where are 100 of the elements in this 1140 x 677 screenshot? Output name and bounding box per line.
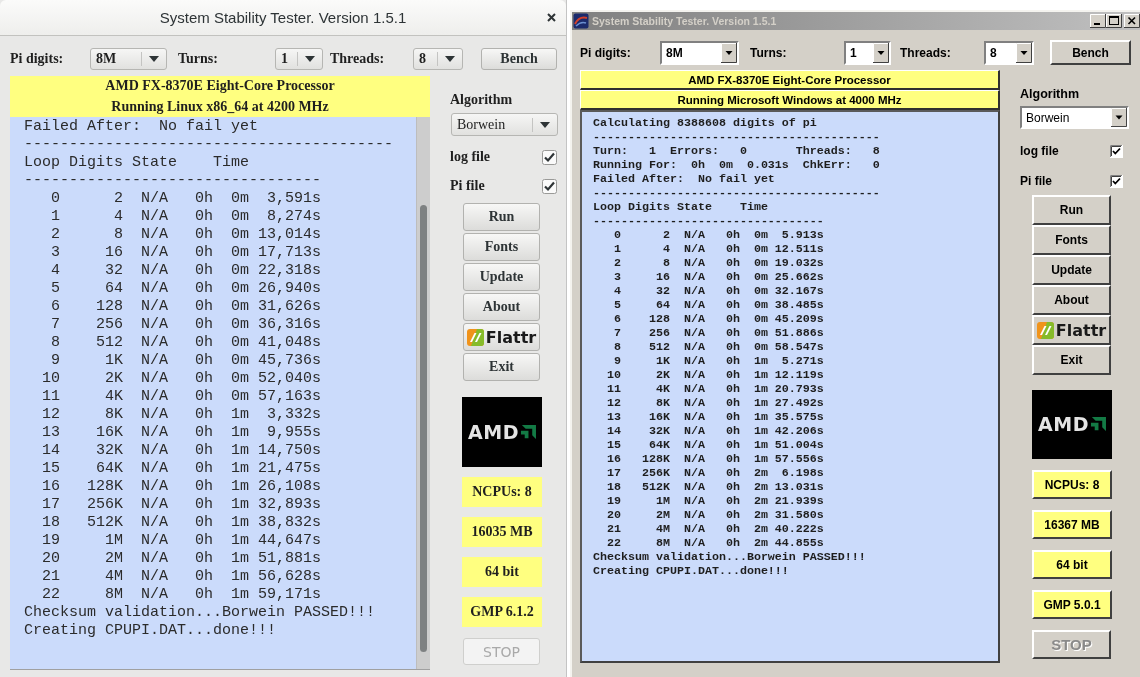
action-button[interactable]: Fonts (1032, 225, 1111, 255)
banner-text: AMD FX-8370E Eight-Core Processor (580, 70, 1000, 90)
action-button[interactable]: Run (1032, 195, 1111, 225)
log-line: 2 8 N/A 0h 0m 19.032s (613, 256, 825, 270)
checkbox[interactable] (1110, 144, 1123, 158)
close-icon[interactable] (547, 13, 556, 22)
log-line: 20 2M N/A 0h 2m 31.580s (606, 508, 825, 522)
caret-icon (540, 121, 550, 128)
dropdown[interactable]: 1 (275, 48, 323, 70)
field-label: Turns: (178, 51, 219, 67)
caret-icon (1016, 42, 1032, 63)
log-line: 11 4K N/A 0h 1m 20.793s (606, 382, 825, 396)
log-line: 4 32 N/A 0h 0m 32.167s (613, 284, 825, 298)
log-line: 22 8M N/A 0h 1m 59,171s (41, 586, 323, 604)
log-line: 9 1K N/A 0h 1m 5.271s (613, 354, 825, 368)
info-label: NCPUs: 8 (1032, 470, 1112, 499)
log-line: 16 128K N/A 0h 1m 57.556s (606, 452, 825, 466)
checkbox-label: Pi file (450, 178, 485, 194)
bench-button[interactable]: Bench (481, 48, 557, 70)
dropdown[interactable]: Borwein (1020, 106, 1129, 129)
checkbox-label: log file (450, 149, 491, 165)
log-line: 10 2K N/A 0h 1m 12.119s (606, 368, 825, 382)
log-line: --------------------------------- (24, 172, 323, 190)
log-line: ----------------------------------------- (593, 186, 881, 200)
field-label: Algorithm (450, 92, 514, 108)
log-line: 3 16 N/A 0h 0m 17,713s (50, 244, 323, 262)
checkbox-label: log file (1020, 144, 1059, 158)
minimize-icon[interactable] (1090, 14, 1106, 28)
checkbox[interactable] (542, 149, 557, 165)
caret-icon (305, 56, 315, 62)
dropdown[interactable]: 8M (90, 48, 167, 70)
logo-button[interactable]: Flattr (1032, 315, 1111, 345)
close-icon[interactable] (1124, 14, 1140, 28)
log-line: 8 512 N/A 0h 0m 41,048s (50, 334, 323, 352)
log-line: 5 64 N/A 0h 0m 26,940s (50, 280, 323, 298)
caret-icon (149, 56, 159, 62)
log-line: 0 2 N/A 0h 0m 5.913s (613, 228, 825, 242)
log-line: 10 2K N/A 0h 0m 52,040s (41, 370, 323, 388)
dropdown[interactable]: 8 (984, 40, 1034, 65)
log-line: ----------------------------------------- (24, 136, 395, 154)
log-line: 12 8K N/A 0h 1m 27.492s (606, 396, 825, 410)
log-line: 8 512 N/A 0h 0m 58.547s (613, 340, 825, 354)
logo-button[interactable]: Flattr (463, 323, 540, 351)
dropdown[interactable]: 8 (413, 48, 463, 70)
window-title: System Stability Tester. Version 1.5.1 (159, 9, 407, 26)
log-line: 6 128 N/A 0h 0m 31,626s (50, 298, 323, 316)
log-line: 12 8K N/A 0h 1m 3,332s (41, 406, 323, 424)
action-button[interactable]: Run (463, 203, 540, 231)
field-label: Pi digits: (580, 45, 632, 60)
log-line: 1 4 N/A 0h 0m 8,274s (50, 208, 323, 226)
log-line: Loop Digits State Time (593, 200, 769, 214)
log-line: Failed After: No fail yet (24, 118, 260, 136)
action-button[interactable]: Update (1032, 255, 1111, 285)
action-button[interactable]: About (1032, 285, 1111, 315)
log-line: Checksum validation...Borwein PASSED!!! (24, 604, 377, 622)
log-line: --------------------------------- (593, 214, 825, 228)
banner-text: AMD FX-8370E Eight-Core Processor (10, 76, 430, 96)
log-line: 19 1M N/A 0h 2m 21.939s (606, 494, 825, 508)
action-button[interactable]: Exit (463, 353, 540, 381)
log-line: Creating CPUPI.DAT...done!!! (593, 564, 790, 578)
checkbox-label: Pi file (1020, 174, 1052, 188)
action-button[interactable]: Update (463, 263, 540, 291)
caret-icon (721, 42, 737, 63)
log-line: 4 32 N/A 0h 0m 22,318s (50, 262, 323, 280)
field-label: Algorithm (1020, 86, 1081, 102)
log-line: Loop Digits State Time (24, 154, 251, 172)
log-line: 2 8 N/A 0h 0m 13,014s (50, 226, 323, 244)
log-line: Turn: 1 Errors: 0 Threads: 8 (593, 144, 881, 158)
log-line: 3 16 N/A 0h 0m 25.662s (613, 270, 825, 284)
log-line: 15 64K N/A 0h 1m 51.004s (606, 438, 825, 452)
banner-text: Running Linux x86_64 at 4200 MHz (10, 96, 430, 117)
field-label: Turns: (750, 45, 788, 60)
dropdown[interactable]: 1 (844, 40, 891, 65)
caret-icon (445, 56, 455, 62)
log-line: 20 2M N/A 0h 1m 51,881s (41, 550, 323, 568)
log-line: 14 32K N/A 0h 1m 14,750s (41, 442, 323, 460)
action-button[interactable]: Exit (1032, 345, 1111, 375)
striped-square-icon (1036, 321, 1054, 339)
info-label: 16367 MB (1032, 510, 1112, 539)
log-line: 18 512K N/A 0h 2m 13.031s (606, 480, 825, 494)
log-line: 17 256K N/A 0h 2m 6.198s (606, 466, 825, 480)
maximize-icon[interactable] (1106, 14, 1122, 28)
action-button[interactable]: Fonts (463, 233, 540, 261)
log-line: 13 16K N/A 0h 1m 35.575s (606, 410, 825, 424)
scrollbar[interactable] (416, 117, 430, 669)
banner-text: Running Microsoft Windows at 4000 MHz (580, 90, 1000, 110)
checkbox[interactable] (542, 178, 557, 194)
checkbox[interactable] (1110, 174, 1123, 188)
log-line: 22 8M N/A 0h 2m 44.855s (606, 536, 825, 550)
log-line: Checksum validation...Borwein PASSED!!! (593, 550, 867, 564)
dropdown[interactable]: Borwein (451, 113, 558, 136)
dropdown[interactable]: 8M (660, 40, 739, 65)
logo-text: AMD (468, 422, 519, 442)
caret-icon (873, 42, 889, 63)
log-line: 17 256K N/A 0h 1m 32,893s (41, 496, 323, 514)
log-line: 6 128 N/A 0h 0m 45.209s (613, 312, 825, 326)
info-label: 16035 MB (462, 517, 542, 547)
corner-arrow-icon (1089, 417, 1106, 432)
action-button[interactable]: About (463, 293, 540, 321)
bench-button[interactable]: Bench (1050, 40, 1131, 65)
